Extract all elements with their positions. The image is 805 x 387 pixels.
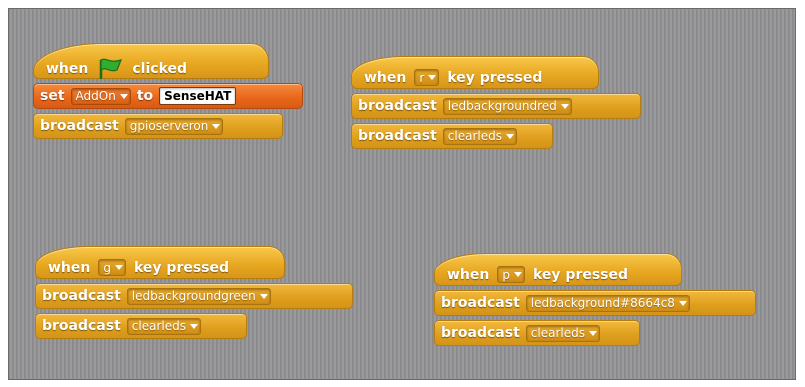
hat-label-key-pressed: key pressed xyxy=(533,266,629,283)
broadcast-block[interactable]: broadcast clearleds xyxy=(351,123,553,149)
when-flag-clicked-hat-block[interactable]: when clicked xyxy=(33,43,269,79)
broadcast-label: broadcast xyxy=(42,288,121,304)
message-dropdown[interactable]: ledbackgroundgreen xyxy=(126,287,271,305)
message-name: ledbackground#8664c8 xyxy=(530,296,675,310)
broadcast-label: broadcast xyxy=(358,98,437,114)
green-flag-icon xyxy=(100,58,123,79)
chevron-down-icon xyxy=(428,75,437,80)
message-name: clearleds xyxy=(530,326,585,340)
key-name: p xyxy=(502,267,510,282)
chevron-down-icon xyxy=(189,323,198,329)
message-name: gpioserveron xyxy=(129,119,209,133)
when-key-pressed-hat-block[interactable]: when g key pressed xyxy=(35,246,285,279)
chevron-down-icon xyxy=(560,103,569,109)
hat-label-when: when xyxy=(447,266,490,283)
chevron-down-icon xyxy=(505,133,514,139)
message-name: clearleds xyxy=(131,319,186,333)
when-key-pressed-hat-block[interactable]: when p key pressed xyxy=(434,253,682,286)
broadcast-block[interactable]: broadcast ledbackgroundgreen xyxy=(35,283,353,309)
message-name: ledbackgroundred xyxy=(447,99,557,113)
chevron-down-icon xyxy=(588,330,597,336)
script-green-flag[interactable]: when clicked set AddOn to SenseHAT broad… xyxy=(33,43,313,139)
message-name: clearleds xyxy=(447,129,502,143)
chevron-down-icon xyxy=(212,123,221,129)
scripts-area[interactable]: when clicked set AddOn to SenseHAT broad… xyxy=(8,8,796,380)
broadcast-label: broadcast xyxy=(40,118,119,134)
chevron-down-icon xyxy=(115,265,123,270)
script-key-r[interactable]: when r key pressed broadcast ledbackgrou… xyxy=(351,56,651,149)
broadcast-label: broadcast xyxy=(42,318,121,334)
key-name: g xyxy=(103,260,111,275)
key-dropdown[interactable]: g xyxy=(98,259,126,276)
to-label: to xyxy=(136,88,154,104)
broadcast-block[interactable]: broadcast clearleds xyxy=(35,313,247,339)
chevron-down-icon xyxy=(514,272,522,277)
when-key-pressed-hat-block[interactable]: when r key pressed xyxy=(351,56,599,89)
variable-name: AddOn xyxy=(75,89,116,103)
hat-label-clicked: clicked xyxy=(132,61,188,77)
broadcast-label: broadcast xyxy=(358,128,437,144)
hat-label-when: when xyxy=(46,61,89,77)
broadcast-block[interactable]: broadcast ledbackground#8664c8 xyxy=(434,290,756,316)
broadcast-block[interactable]: broadcast gpioserveron xyxy=(33,113,283,139)
variable-dropdown[interactable]: AddOn xyxy=(70,87,131,105)
key-name: r xyxy=(419,70,425,85)
script-key-p[interactable]: when p key pressed broadcast ledbackgrou… xyxy=(434,253,774,346)
script-key-g[interactable]: when g key pressed broadcast ledbackgrou… xyxy=(35,246,365,339)
broadcast-label: broadcast xyxy=(441,295,520,311)
key-dropdown[interactable]: r xyxy=(414,69,440,86)
message-dropdown[interactable]: clearleds xyxy=(525,324,600,342)
hat-label-key-pressed: key pressed xyxy=(447,69,543,86)
message-dropdown[interactable]: ledbackground#8664c8 xyxy=(525,294,690,312)
message-dropdown[interactable]: clearleds xyxy=(126,317,201,335)
hat-label-when: when xyxy=(364,69,407,86)
broadcast-block[interactable]: broadcast clearleds xyxy=(434,320,640,346)
set-label: set xyxy=(40,88,65,104)
message-dropdown[interactable]: clearleds xyxy=(442,127,517,145)
chevron-down-icon xyxy=(259,293,268,299)
message-name: ledbackgroundgreen xyxy=(131,289,256,303)
broadcast-label: broadcast xyxy=(441,325,520,341)
chevron-down-icon xyxy=(678,300,687,306)
broadcast-block[interactable]: broadcast ledbackgroundred xyxy=(351,93,641,119)
key-dropdown[interactable]: p xyxy=(497,266,525,283)
hat-label-key-pressed: key pressed xyxy=(134,259,230,276)
message-dropdown[interactable]: gpioserveron xyxy=(124,117,224,135)
set-variable-block[interactable]: set AddOn to SenseHAT xyxy=(33,83,303,109)
chevron-down-icon xyxy=(119,93,128,99)
message-dropdown[interactable]: ledbackgroundred xyxy=(442,97,572,115)
hat-label-when: when xyxy=(48,259,91,276)
value-input[interactable]: SenseHAT xyxy=(159,87,237,105)
